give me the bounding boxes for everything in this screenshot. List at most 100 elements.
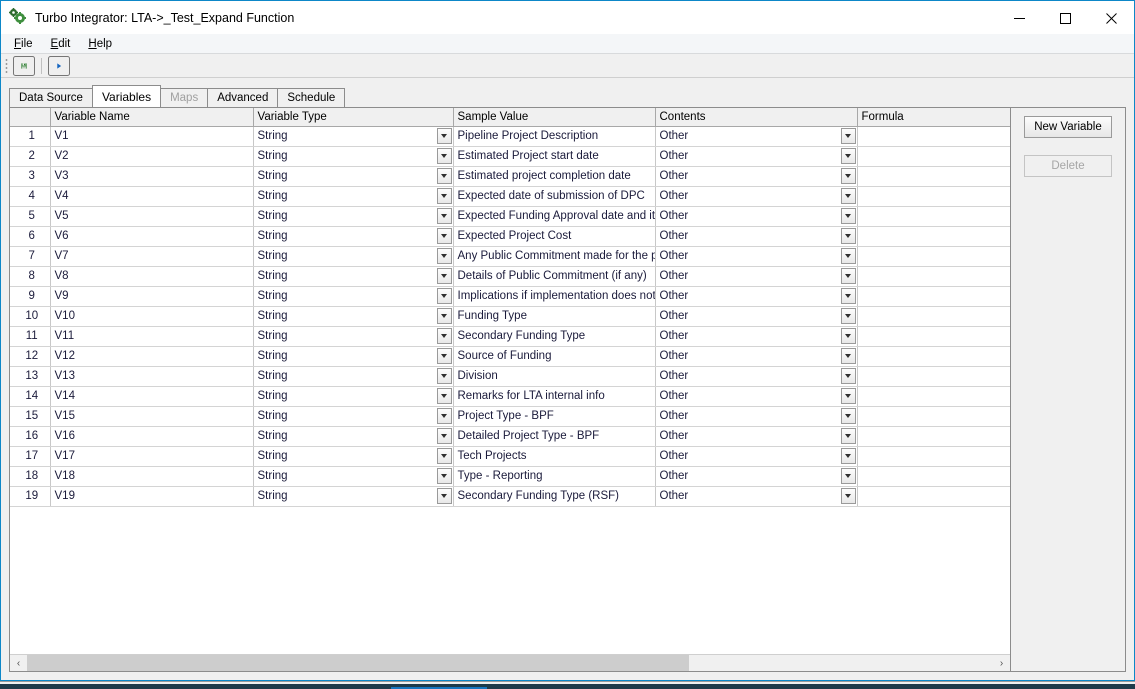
cell-contents[interactable]: Other [655,486,857,506]
cell-contents[interactable]: Other [655,246,857,266]
table-row[interactable]: 10V10StringFunding TypeOther [10,306,1010,326]
cell-variable-type[interactable]: String [253,286,453,306]
cell-sample-value[interactable]: Expected Project Cost [453,226,655,246]
col-header-variable-name[interactable]: Variable Name [50,108,253,126]
row-number[interactable]: 13 [10,366,50,386]
chevron-down-icon[interactable] [437,368,452,384]
table-row[interactable]: 14V14StringRemarks for LTA internal info… [10,386,1010,406]
cell-sample-value[interactable]: Estimated Project start date [453,146,655,166]
scrollbar-track[interactable] [27,655,993,672]
cell-variable-name[interactable]: V14 [50,386,253,406]
table-row[interactable]: 17V17StringTech ProjectsOther [10,446,1010,466]
cell-sample-value[interactable]: Type - Reporting [453,466,655,486]
row-number[interactable]: 10 [10,306,50,326]
row-number[interactable]: 2 [10,146,50,166]
menu-item-help[interactable]: Help [79,36,121,52]
cell-variable-name[interactable]: V11 [50,326,253,346]
chevron-down-icon[interactable] [437,328,452,344]
cell-variable-name[interactable]: V7 [50,246,253,266]
cell-variable-type[interactable]: String [253,486,453,506]
cell-variable-type[interactable]: String [253,166,453,186]
cell-variable-type[interactable]: String [253,206,453,226]
cell-variable-name[interactable]: V10 [50,306,253,326]
cell-formula[interactable] [857,386,1010,406]
cell-sample-value[interactable]: Secondary Funding Type (RSF) [453,486,655,506]
cell-formula[interactable] [857,486,1010,506]
cell-variable-name[interactable]: V15 [50,406,253,426]
cell-contents[interactable]: Other [655,206,857,226]
cell-formula[interactable] [857,246,1010,266]
cell-variable-name[interactable]: V19 [50,486,253,506]
scrollbar-thumb[interactable] [27,655,689,672]
cell-contents[interactable]: Other [655,406,857,426]
table-row[interactable]: 15V15StringProject Type - BPFOther [10,406,1010,426]
cell-variable-name[interactable]: V9 [50,286,253,306]
table-row[interactable]: 12V12StringSource of FundingOther [10,346,1010,366]
table-row[interactable]: 8V8StringDetails of Public Commitment (i… [10,266,1010,286]
cell-variable-name[interactable]: V6 [50,226,253,246]
cell-formula[interactable] [857,306,1010,326]
cell-sample-value[interactable]: Details of Public Commitment (if any) [453,266,655,286]
cell-formula[interactable] [857,226,1010,246]
cell-sample-value[interactable]: Tech Projects [453,446,655,466]
cell-variable-type[interactable]: String [253,406,453,426]
chevron-down-icon[interactable] [841,448,856,464]
cell-sample-value[interactable]: Source of Funding [453,346,655,366]
row-number[interactable]: 3 [10,166,50,186]
cell-variable-type[interactable]: String [253,466,453,486]
cell-contents[interactable]: Other [655,426,857,446]
cell-variable-type[interactable]: String [253,446,453,466]
cell-variable-type[interactable]: String [253,226,453,246]
cell-variable-type[interactable]: String [253,386,453,406]
cell-contents[interactable]: Other [655,286,857,306]
chevron-down-icon[interactable] [841,128,856,144]
cell-variable-name[interactable]: V17 [50,446,253,466]
cell-variable-name[interactable]: V8 [50,266,253,286]
table-row[interactable]: 5V5StringExpected Funding Approval date … [10,206,1010,226]
cell-sample-value[interactable]: Implications if implementation does not … [453,286,655,306]
chevron-down-icon[interactable] [841,188,856,204]
cell-formula[interactable] [857,466,1010,486]
cell-variable-name[interactable]: V3 [50,166,253,186]
row-number[interactable]: 4 [10,186,50,206]
cell-contents[interactable]: Other [655,166,857,186]
chevron-down-icon[interactable] [437,188,452,204]
chevron-down-icon[interactable] [841,488,856,504]
chevron-down-icon[interactable] [841,368,856,384]
cell-formula[interactable] [857,406,1010,426]
cell-variable-name[interactable]: V12 [50,346,253,366]
new-variable-button[interactable]: New Variable [1024,116,1112,138]
cell-contents[interactable]: Other [655,466,857,486]
cell-formula[interactable] [857,126,1010,146]
cell-contents[interactable]: Other [655,386,857,406]
chevron-down-icon[interactable] [841,308,856,324]
cell-formula[interactable] [857,166,1010,186]
col-header-variable-type[interactable]: Variable Type [253,108,453,126]
table-row[interactable]: 7V7StringAny Public Commitment made for … [10,246,1010,266]
chevron-down-icon[interactable] [841,148,856,164]
chevron-down-icon[interactable] [841,428,856,444]
menu-item-file[interactable]: File [5,36,42,52]
cell-contents[interactable]: Other [655,186,857,206]
minimize-button[interactable] [996,1,1042,35]
horizontal-scrollbar[interactable]: ‹ › [10,654,1010,671]
cell-variable-type[interactable]: String [253,266,453,286]
chevron-down-icon[interactable] [841,228,856,244]
cell-variable-name[interactable]: V4 [50,186,253,206]
cell-sample-value[interactable]: Secondary Funding Type [453,326,655,346]
maximize-button[interactable] [1042,1,1088,35]
row-number[interactable]: 15 [10,406,50,426]
chevron-down-icon[interactable] [841,388,856,404]
chevron-down-icon[interactable] [841,268,856,284]
cell-formula[interactable] [857,286,1010,306]
row-number[interactable]: 6 [10,226,50,246]
col-header-sample-value[interactable]: Sample Value [453,108,655,126]
chevron-down-icon[interactable] [437,408,452,424]
cell-contents[interactable]: Other [655,266,857,286]
chevron-down-icon[interactable] [437,488,452,504]
cell-sample-value[interactable]: Detailed Project Type - BPF [453,426,655,446]
cell-variable-name[interactable]: V16 [50,426,253,446]
cell-sample-value[interactable]: Expected date of submission of DPC [453,186,655,206]
cell-variable-type[interactable]: String [253,306,453,326]
chevron-down-icon[interactable] [841,208,856,224]
